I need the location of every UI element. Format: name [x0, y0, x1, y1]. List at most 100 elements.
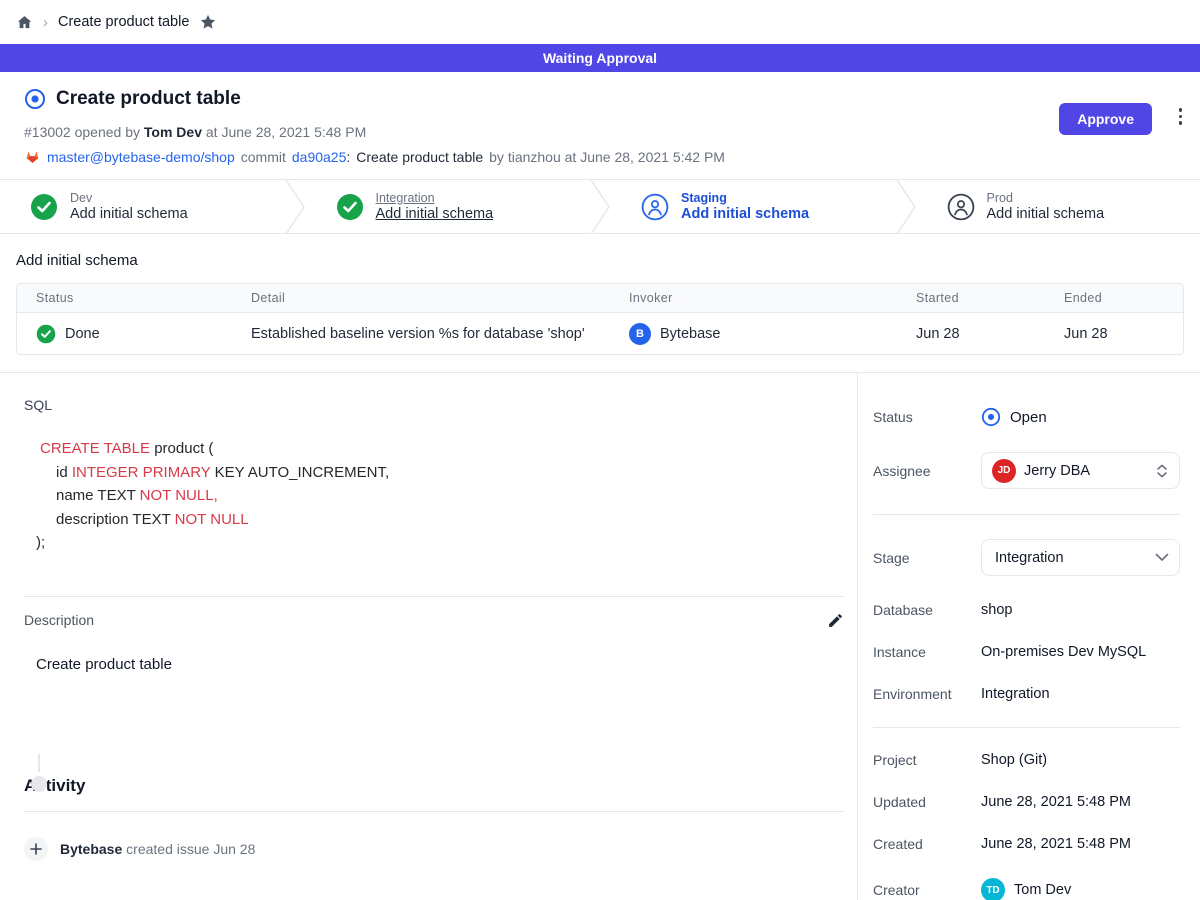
assignee-avatar: JD — [992, 459, 1016, 483]
pipeline-stages: Dev Add initial schema Integration Add i… — [0, 179, 1200, 234]
edit-description-pencil-icon[interactable] — [827, 612, 844, 629]
stage-task-label: Add initial schema — [681, 206, 809, 222]
activity-item: Bytebase created issue Jun 28 — [24, 837, 844, 861]
stage-dev[interactable]: Dev Add initial schema — [0, 180, 284, 233]
updated-label: Updated — [873, 794, 981, 810]
stage-label: Stage — [873, 550, 981, 566]
stage-env-label: Dev — [70, 191, 188, 205]
up-down-chevrons-icon — [1155, 463, 1169, 479]
task-section-heading: Add initial schema — [16, 252, 1184, 269]
task-started-date: Jun 28 — [916, 326, 1064, 342]
database-label: Database — [873, 602, 981, 618]
description-divider — [24, 596, 844, 597]
approve-button[interactable]: Approve — [1059, 103, 1152, 135]
commit-hash-link[interactable]: da90a25 — [292, 149, 347, 165]
stage-pending-person-icon — [947, 193, 975, 221]
task-table-header: Status Detail Invoker Started Ended — [17, 284, 1183, 313]
col-ended: Ended — [1064, 291, 1183, 305]
stage-env-label[interactable]: Integration — [376, 191, 494, 205]
activity-actor: Bytebase — [60, 841, 122, 857]
task-section: Add initial schema Status Detail Invoker… — [0, 234, 1200, 355]
task-detail-text: Established baseline version %s for data… — [251, 326, 629, 342]
task-table: Status Detail Invoker Started Ended Done… — [16, 283, 1184, 355]
issue-title: Create product table — [56, 88, 241, 110]
home-icon[interactable] — [16, 14, 33, 31]
colon: : — [346, 149, 350, 165]
stage-value: Integration — [992, 550, 1147, 566]
vcs-commit-row: master@bytebase-demo/shop commit da90a25… — [24, 149, 1176, 165]
col-status: Status — [36, 291, 251, 305]
stage-task-label[interactable]: Add initial schema — [376, 206, 494, 222]
stage-select[interactable]: Integration — [981, 539, 1180, 576]
chevron-down-icon — [1155, 553, 1169, 562]
opened-by-text: opened by — [75, 124, 140, 140]
status-label: Status — [873, 409, 981, 425]
environment-value[interactable]: Integration — [981, 686, 1180, 702]
stage-integration[interactable]: Integration Add initial schema — [306, 180, 590, 233]
description-text: Create product table — [36, 656, 844, 673]
breadcrumb-chevron-icon: › — [43, 14, 48, 31]
issue-open-icon — [24, 88, 46, 110]
assignee-select[interactable]: JD Jerry DBA — [981, 452, 1180, 489]
sql-text: ); — [36, 534, 45, 551]
task-done-icon — [36, 324, 56, 344]
assignee-name: Jerry DBA — [1024, 463, 1147, 479]
stage-task-label: Add initial schema — [987, 206, 1105, 222]
commit-meta: by tianzhou at June 28, 2021 5:42 PM — [489, 149, 725, 165]
stage-env-label: Prod — [987, 191, 1105, 205]
status-value: Open — [1010, 409, 1047, 426]
stage-env-label: Staging — [681, 191, 809, 205]
task-table-row[interactable]: Done Established baseline version %s for… — [17, 313, 1183, 354]
sql-keyword: NOT NULL, — [140, 487, 218, 504]
issue-sidebar: Status Open Assignee JD Jerry DBA Stage — [858, 373, 1200, 900]
issue-id: #13002 — [24, 124, 71, 140]
instance-value[interactable]: On-premises Dev MySQL — [981, 644, 1180, 660]
issue-opened-at: at June 28, 2021 5:48 PM — [206, 124, 366, 140]
activity-timeline-next-node — [31, 776, 47, 792]
stage-separator-icon — [589, 180, 611, 234]
stage-staging[interactable]: Staging Add initial schema — [611, 180, 895, 233]
activity-heading: Activity — [24, 776, 844, 796]
updated-value: June 28, 2021 5:48 PM — [981, 794, 1180, 810]
creator-name: Tom Dev — [1014, 882, 1071, 898]
stage-done-icon — [336, 193, 364, 221]
sql-text: description TEXT — [56, 511, 175, 528]
activity-timeline-connector — [38, 754, 40, 772]
issue-meta: #13002 opened by Tom Dev at June 28, 202… — [24, 124, 1176, 140]
sql-keyword: CREATE TABLE — [40, 440, 150, 457]
activity-date: Jun 28 — [213, 841, 255, 857]
more-actions-kebab-icon[interactable] — [1179, 108, 1183, 125]
breadcrumb: › Create product table — [0, 0, 1200, 44]
sql-code-block: CREATE TABLE product ( id INTEGER PRIMAR… — [40, 437, 844, 555]
stage-separator-icon — [284, 180, 306, 234]
sidebar-divider — [873, 727, 1180, 728]
creator-avatar: TD — [981, 878, 1005, 900]
stage-done-icon — [30, 193, 58, 221]
col-invoker: Invoker — [629, 291, 916, 305]
sql-keyword: INTEGER PRIMARY — [72, 464, 211, 481]
status-open-icon — [981, 407, 1001, 427]
sql-text: KEY AUTO_INCREMENT, — [210, 464, 389, 481]
activity-divider — [24, 811, 844, 812]
status-banner-text: Waiting Approval — [543, 50, 657, 66]
breadcrumb-page-title[interactable]: Create product table — [58, 14, 189, 30]
sql-label: SQL — [24, 397, 844, 413]
commit-message: Create product table — [356, 149, 483, 165]
sql-keyword: NOT NULL — [175, 511, 249, 528]
favorite-star-icon[interactable] — [199, 13, 217, 31]
vcs-branch-link[interactable]: master@bytebase-demo/shop — [47, 149, 235, 165]
project-value[interactable]: Shop (Git) — [981, 752, 1180, 768]
sql-text: product ( — [150, 440, 213, 457]
stage-prod[interactable]: Prod Add initial schema — [917, 180, 1200, 233]
task-status-text: Done — [65, 326, 100, 342]
database-value[interactable]: shop — [981, 602, 1180, 618]
assignee-label: Assignee — [873, 463, 981, 479]
stage-separator-icon — [895, 180, 917, 234]
environment-label: Environment — [873, 686, 981, 702]
activity-create-plus-icon — [24, 837, 48, 861]
activity-action: created issue — [126, 841, 209, 857]
gitlab-icon — [24, 149, 41, 165]
description-label: Description — [24, 612, 94, 628]
invoker-name: Bytebase — [660, 326, 720, 342]
issue-author: Tom Dev — [144, 124, 202, 140]
